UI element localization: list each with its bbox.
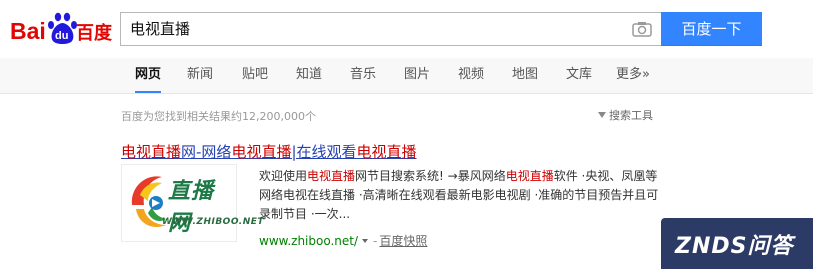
tab-web[interactable]: 网页 <box>135 58 162 93</box>
tab-video[interactable]: 视频 <box>458 58 484 93</box>
next-result-cutoff <box>121 262 301 269</box>
snippet-keyword: 电视直播 <box>307 169 356 183</box>
title-text: 网-网络 <box>181 143 232 161</box>
result-thumbnail[interactable]: 直播网 WWW.ZHIBOO.NET <box>121 164 264 242</box>
tab-wenku[interactable]: 文库 <box>566 58 592 93</box>
paw-icon: du <box>48 12 77 44</box>
baidu-logo-graphic: Bai du 百度 <box>10 12 113 44</box>
svg-text:du: du <box>55 30 68 42</box>
result-snippet: 欢迎使用电视直播网节目搜索系统! →暴风网络电视直播软件 ·央视、凤凰等网络电视… <box>259 167 664 224</box>
result-url[interactable]: www.zhiboo.net/ <box>259 234 358 248</box>
svg-text:Bai: Bai <box>10 18 46 44</box>
snippet-text: 欢迎使用 <box>259 169 308 183</box>
search-tools-label: 搜索工具 <box>609 109 653 122</box>
dropdown-arrow-icon[interactable] <box>362 239 369 243</box>
title-text: |在线观看 <box>291 143 357 161</box>
tab-map[interactable]: 地图 <box>512 58 538 93</box>
header: Bai du 百度 电视直播 百度一下 <box>0 0 813 58</box>
search-box[interactable]: 电视直播 <box>120 12 662 46</box>
baidu-logo[interactable]: Bai du 百度 <box>10 10 116 46</box>
thumbnail-title: 直播网 <box>168 179 215 236</box>
tab-news[interactable]: 新闻 <box>187 58 213 93</box>
snippet-text: 网节目搜索系统! →暴风网络 <box>355 169 506 183</box>
search-tools-button[interactable]: 搜索工具 <box>598 107 653 123</box>
result-url-line: www.zhiboo.net/- 百度快照 <box>259 234 428 248</box>
search-button[interactable]: 百度一下 <box>661 12 762 46</box>
cache-link[interactable]: 百度快照 <box>379 234 427 248</box>
title-keyword: 电视直播 <box>121 143 182 161</box>
tab-more[interactable]: 更多» <box>616 58 650 93</box>
tab-music[interactable]: 音乐 <box>350 58 376 93</box>
filter-icon <box>598 112 606 118</box>
tab-zhidao[interactable]: 知道 <box>296 58 322 93</box>
tab-tieba[interactable]: 贴吧 <box>242 58 268 93</box>
watermark-text: ZNDS问答 <box>675 234 794 259</box>
result-title-link[interactable]: 电视直播网-网络电视直播|在线观看电视直播 <box>121 141 417 162</box>
search-input[interactable]: 电视直播 <box>130 13 190 45</box>
svg-text:百度: 百度 <box>76 22 113 44</box>
camera-icon[interactable] <box>632 21 652 37</box>
tab-images[interactable]: 图片 <box>404 58 430 93</box>
result-count: 百度为您找到相关结果约12,200,000个 <box>121 110 316 123</box>
thumbnail-url: WWW.ZHIBOO.NET <box>162 217 265 227</box>
search-nav-tabs: 网页 新闻 贴吧 知道 音乐 图片 视频 地图 文库 更多» <box>0 58 813 94</box>
title-keyword: 电视直播 <box>231 143 292 161</box>
title-keyword: 电视直播 <box>356 143 417 161</box>
snippet-keyword: 电视直播 <box>505 169 554 183</box>
znds-watermark: ZNDS问答 <box>661 218 813 269</box>
